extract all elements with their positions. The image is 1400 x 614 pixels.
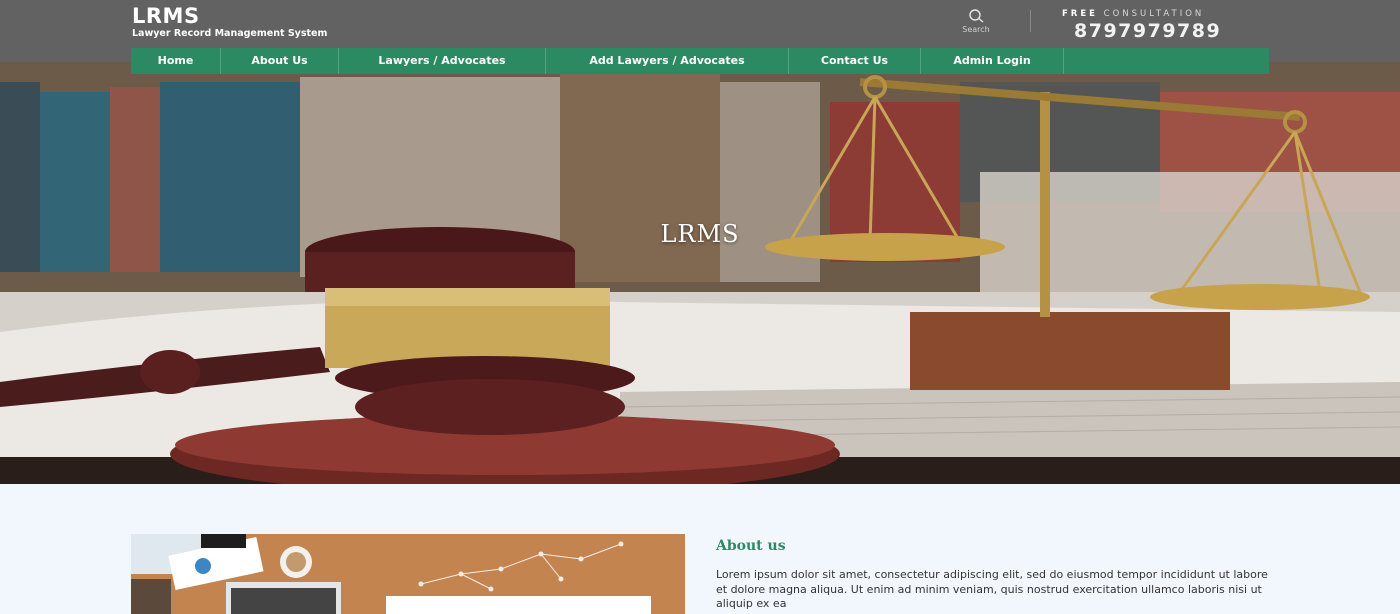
nav-about-us[interactable]: About Us xyxy=(221,48,339,74)
consultation-text: CONSULTATION xyxy=(1103,9,1205,19)
about-title: About us xyxy=(716,538,786,554)
consultation-label: FREE CONSULTATION xyxy=(1062,9,1221,19)
search-button[interactable]: Search xyxy=(953,8,999,34)
brand[interactable]: LRMS Lawyer Record Management System xyxy=(132,5,327,39)
header-divider xyxy=(1030,10,1031,32)
hero-title: LRMS xyxy=(660,220,740,248)
nav-home[interactable]: Home xyxy=(131,48,221,74)
search-icon xyxy=(969,9,984,23)
about-text: Lorem ipsum dolor sit amet, consectetur … xyxy=(716,568,1268,611)
nav-contact-us[interactable]: Contact Us xyxy=(789,48,921,74)
nav-admin-login[interactable]: Admin Login xyxy=(921,48,1064,74)
consultation-free: FREE xyxy=(1062,9,1098,19)
about-image xyxy=(131,534,685,614)
main-nav: Home About Us Lawyers / Advocates Add La… xyxy=(131,48,1269,74)
hero-image xyxy=(0,62,1400,484)
consultation-phone[interactable]: 8797979789 xyxy=(1074,20,1221,42)
brand-title[interactable]: LRMS xyxy=(132,5,327,27)
nav-lawyers-advocates[interactable]: Lawyers / Advocates xyxy=(339,48,546,74)
nav-add-lawyers-advocates[interactable]: Add Lawyers / Advocates xyxy=(546,48,789,74)
brand-subtitle: Lawyer Record Management System xyxy=(132,28,328,39)
free-consultation: FREE CONSULTATION 8797979789 xyxy=(1062,9,1221,42)
search-label: Search xyxy=(962,25,990,34)
hero-banner: LRMS xyxy=(0,62,1400,484)
